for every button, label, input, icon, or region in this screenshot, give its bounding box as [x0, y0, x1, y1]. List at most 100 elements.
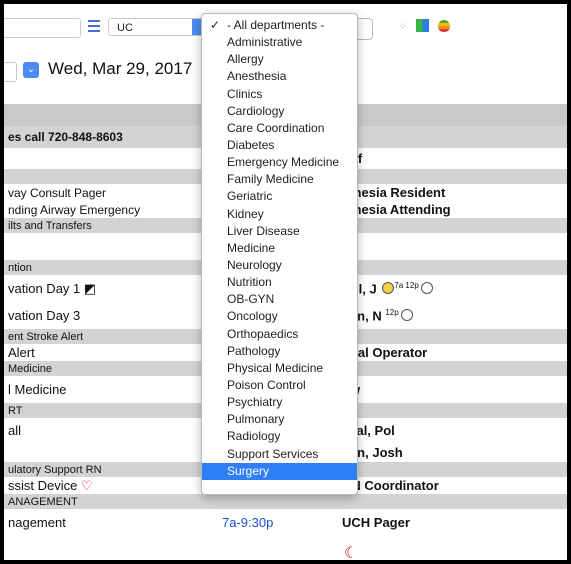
dropdown-option[interactable]: Psychiatry: [202, 394, 357, 411]
dropdown-option-label: Diabetes: [227, 137, 275, 152]
department-dropdown-menu[interactable]: ✓ - All departments - Administrative Allerg…: [201, 13, 358, 495]
checkmark-icon: ✓: [210, 18, 221, 32]
row-contact: RN Coordinator: [342, 478, 439, 493]
dropdown-option-label: Clinics: [227, 86, 263, 101]
dropdown-option[interactable]: Allergy: [202, 51, 357, 68]
dropdown-option-label: Surgery: [227, 463, 270, 478]
row-contact: son, Josh: [342, 444, 403, 460]
group-header: ANAGEMENT: [4, 494, 567, 509]
row-contact: f: [338, 233, 567, 260]
date-row: ⌄ Wed, Mar 29, 2017: [4, 56, 214, 86]
row-label: nding Airway Emergency: [8, 202, 141, 217]
group-label: ANAGEMENT: [4, 494, 567, 509]
row-label: vation Day 3: [8, 308, 81, 323]
dropdown-option-label: Allergy: [227, 52, 264, 67]
clock-icon: [420, 282, 433, 295]
row-contact: sthesia Resident: [342, 185, 446, 200]
dropdown-option[interactable]: Oncology: [202, 308, 357, 325]
small-grid-icon[interactable]: ⁘: [399, 21, 407, 32]
dropdown-option[interactable]: Pathology: [202, 343, 357, 360]
dropdown-option-label: Cardiology: [227, 103, 285, 118]
dropdown-option[interactable]: Neurology: [202, 257, 357, 274]
table-row[interactable]: nagement 7a-9:30p UCH Pager: [4, 509, 567, 536]
clock-icon: [382, 282, 395, 295]
row-label: vay Consult Pager: [8, 185, 107, 200]
dropdown-option[interactable]: Administrative: [202, 34, 357, 51]
row-label: ssist Device: [8, 477, 78, 493]
dropdown-option-label: Physical Medicine: [227, 360, 324, 375]
dropdown-option-label: Medicine: [227, 240, 276, 255]
header-right: e: [338, 104, 567, 126]
time-superscript: 7a 12p: [394, 280, 419, 290]
app-frame: UC ⁘ ⌄ Wed, Mar 29, 2017 e es call 720-8…: [4, 4, 567, 560]
row-contact: pital Operator: [342, 345, 428, 360]
dropdown-option[interactable]: Orthopaedics: [202, 326, 357, 343]
row-contact: ow: [338, 376, 567, 403]
dropdown-option-label: Nutrition: [227, 275, 272, 290]
dropdown-option[interactable]: Nutrition: [202, 274, 357, 291]
dropdown-option-label: Radiology: [227, 429, 281, 444]
apple-icon[interactable]: [438, 19, 451, 32]
dropdown-option-label: Poison Control: [227, 377, 306, 392]
row-contact: UCH Pager: [342, 515, 410, 530]
date-picker-button[interactable]: ⌄: [23, 62, 39, 78]
date-stepper[interactable]: [4, 62, 17, 82]
time-superscript: 12p: [385, 307, 399, 317]
row-label: all: [8, 422, 22, 438]
row-label: Alert: [8, 345, 35, 360]
dropdown-option-label: Neurology: [227, 257, 282, 272]
department-select[interactable]: UC: [108, 18, 207, 36]
clock-icon: [400, 309, 413, 322]
date-label: Wed, Mar 29, 2017: [48, 59, 193, 78]
row-contact: sthesia Attending: [342, 202, 451, 217]
heart-icon: ♡: [80, 477, 93, 493]
dropdown-option-label: Care Coordination: [227, 120, 325, 135]
dropdown-option[interactable]: Diabetes: [202, 137, 357, 154]
dropdown-option-label: Administrative: [227, 35, 303, 50]
row-label: vation Day 1: [8, 280, 81, 296]
staff-label: taff: [338, 148, 567, 169]
dropdown-option[interactable]: Support Services: [202, 446, 357, 463]
dropdown-option-label: Oncology: [227, 309, 278, 324]
dropdown-option[interactable]: Family Medicine: [202, 171, 357, 188]
dropdown-option-label: Liver Disease: [227, 223, 300, 238]
colored-grid-icon[interactable]: [415, 19, 429, 33]
filter-field[interactable]: [356, 18, 373, 40]
dropdown-option[interactable]: Radiology: [202, 428, 357, 445]
dropdown-option[interactable]: Medicine: [202, 240, 357, 257]
dropdown-option-label: Geriatric: [227, 189, 273, 204]
dropdown-option[interactable]: Geriatric: [202, 188, 357, 205]
moon-icon: ☾: [344, 545, 359, 560]
dropdown-option[interactable]: Clinics: [202, 86, 357, 103]
dropdown-option[interactable]: Liver Disease: [202, 223, 357, 240]
dropdown-option[interactable]: Care Coordination: [202, 120, 357, 137]
dropdown-option-label: Emergency Medicine: [227, 155, 340, 170]
dropdown-option[interactable]: Surgery: [202, 462, 357, 480]
dropdown-option-label: Family Medicine: [227, 172, 314, 187]
dropdown-option[interactable]: Cardiology: [202, 103, 357, 120]
dropdown-option-label: Kidney: [227, 206, 264, 221]
dropdown-option[interactable]: Emergency Medicine: [202, 154, 357, 171]
row-label: l Medicine: [8, 382, 67, 397]
dropdown-option[interactable]: OB-GYN: [202, 291, 357, 308]
dropdown-option-label: Pathology: [227, 343, 281, 358]
dropdown-option[interactable]: Physical Medicine: [202, 360, 357, 377]
dropdown-option-label: Orthopaedics: [227, 326, 299, 341]
dropdown-option-label: Pulmonary: [227, 412, 285, 427]
dropdown-option-label: OB-GYN: [227, 292, 275, 307]
dropdown-option[interactable]: Poison Control: [202, 377, 357, 394]
dropdown-option[interactable]: Pulmonary: [202, 411, 357, 428]
department-select-value: UC: [117, 22, 133, 34]
dropdown-option[interactable]: Kidney: [202, 206, 357, 223]
row-hours[interactable]: 7a-9:30p: [218, 509, 338, 536]
dropdown-option[interactable]: Anesthesia: [202, 68, 357, 85]
search-input[interactable]: [4, 18, 81, 38]
dropdown-option[interactable]: ✓ - All departments -: [202, 17, 357, 34]
row-contact: ecal, Pol: [342, 422, 395, 438]
dropdown-option-label: - All departments -: [227, 18, 325, 32]
list-icon[interactable]: [88, 17, 100, 33]
note-icon[interactable]: ◩: [84, 281, 96, 296]
row-label: nagement: [8, 515, 66, 530]
dropdown-option-label: Support Services: [227, 446, 319, 461]
dropdown-option-label: Anesthesia: [227, 69, 287, 84]
